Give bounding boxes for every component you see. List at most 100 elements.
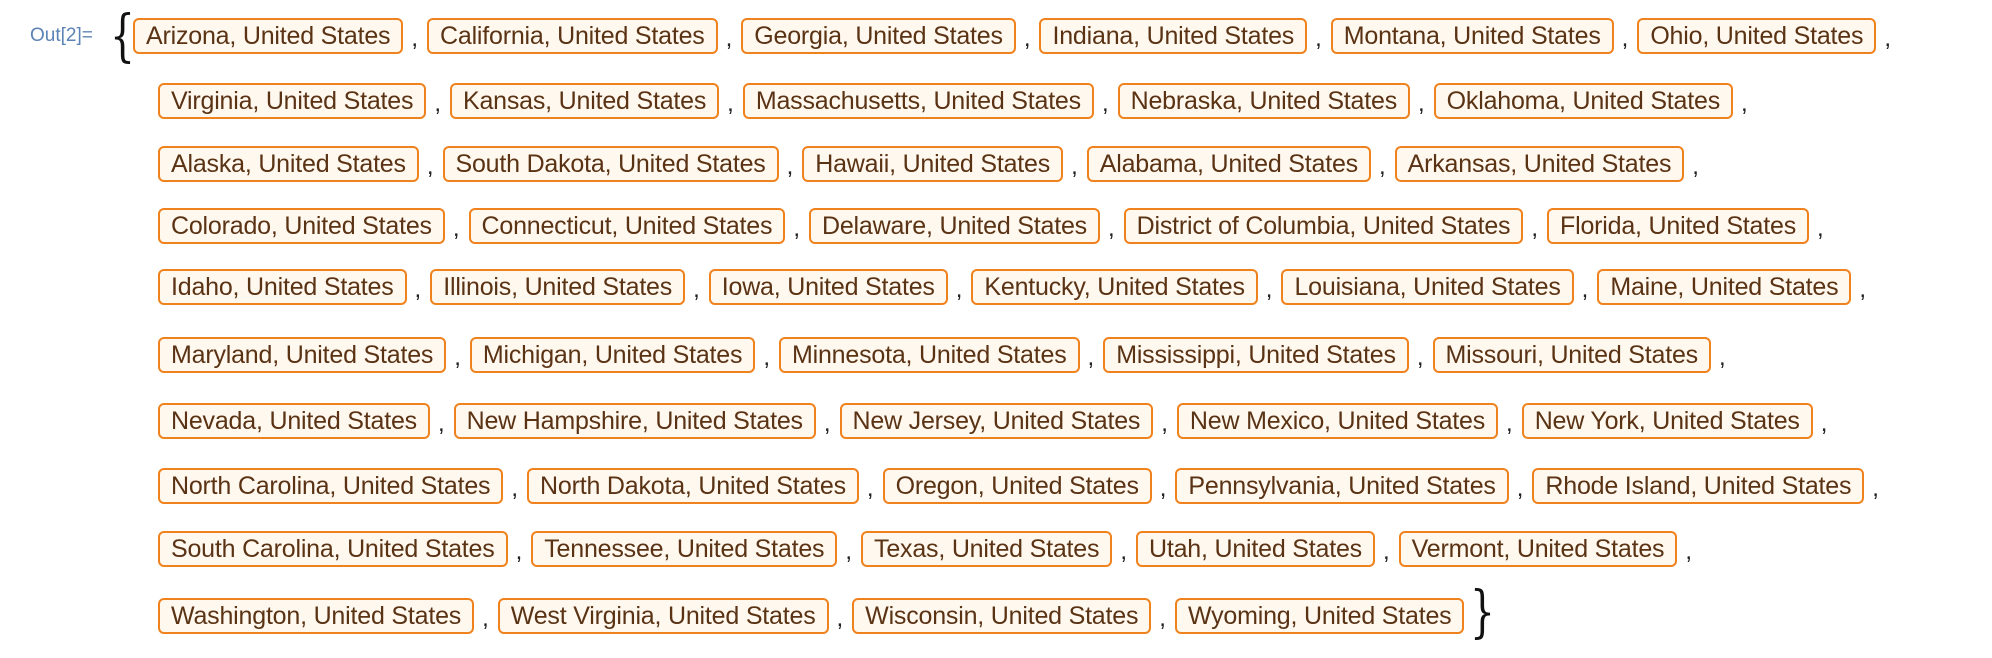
list-separator: ,: [434, 90, 441, 117]
list-separator: ,: [866, 475, 874, 502]
list-open-brace: {: [110, 4, 135, 69]
entity-frame[interactable]: Colorado, United States: [158, 208, 445, 244]
list-separator: ,: [511, 475, 519, 502]
entity-frame[interactable]: New York, United States: [1521, 403, 1813, 439]
list-separator: ,: [793, 215, 800, 242]
entity-frame[interactable]: Mississippi, United States: [1103, 337, 1409, 373]
list-separator: ,: [845, 538, 853, 565]
entity-frame[interactable]: West Virginia, United States: [497, 598, 829, 634]
list-separator: ,: [1859, 276, 1867, 303]
entity-frame[interactable]: New Jersey, United States: [839, 403, 1154, 439]
list-separator: ,: [1159, 475, 1167, 502]
entity-frame[interactable]: Idaho, United States: [158, 269, 407, 305]
entity-frame[interactable]: Louisiana, United States: [1281, 269, 1574, 305]
entity-frame[interactable]: Alaska, United States: [158, 146, 419, 182]
list-separator: ,: [786, 153, 794, 180]
entity-frame[interactable]: Wisconsin, United States: [852, 598, 1152, 634]
list-separator: ,: [1884, 25, 1891, 52]
entity-frame[interactable]: Oregon, United States: [882, 468, 1152, 504]
entity-frame[interactable]: Florida, United States: [1547, 208, 1810, 244]
entity-frame[interactable]: Kentucky, United States: [971, 269, 1258, 305]
entity-frame[interactable]: Connecticut, United States: [468, 208, 786, 244]
list-separator: ,: [411, 25, 419, 52]
entity-frame[interactable]: Delaware, United States: [808, 208, 1100, 244]
list-row: North Carolina, United States, North Dako…: [158, 466, 1888, 506]
entity-frame[interactable]: Montana, United States: [1330, 18, 1614, 54]
entity-frame[interactable]: Indiana, United States: [1039, 18, 1308, 54]
entity-frame[interactable]: Kansas, United States: [449, 83, 720, 119]
list-row: South Carolina, United States, Tennessee,…: [158, 529, 1701, 569]
entity-frame[interactable]: Texas, United States: [861, 531, 1113, 567]
list-separator: ,: [955, 276, 963, 303]
entity-frame[interactable]: Georgia, United States: [741, 18, 1016, 54]
entity-frame[interactable]: Maryland, United States: [158, 337, 447, 373]
output-label: Out[2]=: [30, 25, 93, 46]
entity-frame[interactable]: California, United States: [427, 18, 718, 54]
list-separator: ,: [727, 90, 734, 117]
entity-frame[interactable]: New Hampshire, United States: [453, 403, 816, 439]
entity-frame[interactable]: North Dakota, United States: [527, 468, 859, 504]
entity-frame[interactable]: Vermont, United States: [1398, 531, 1678, 567]
entity-frame[interactable]: Hawaii, United States: [802, 146, 1064, 182]
list-separator: ,: [515, 538, 523, 565]
list-row: Virginia, United States, Kansas, United S…: [158, 81, 1757, 121]
entity-frame[interactable]: Alabama, United States: [1086, 146, 1371, 182]
list-separator: ,: [1315, 25, 1322, 52]
list-row: Alaska, United States, South Dakota, Unit…: [158, 144, 1708, 184]
list-separator: ,: [823, 410, 831, 437]
list-separator: ,: [725, 25, 733, 52]
list-separator: ,: [452, 215, 460, 242]
list-separator: ,: [1516, 475, 1524, 502]
entity-frame[interactable]: Minnesota, United States: [778, 337, 1080, 373]
entity-frame[interactable]: North Carolina, United States: [158, 468, 504, 504]
list-separator: ,: [1621, 25, 1629, 52]
list-row: Maryland, United States, Michigan, United…: [158, 335, 1735, 375]
entity-frame[interactable]: Nebraska, United States: [1117, 83, 1410, 119]
entity-frame[interactable]: Tennessee, United States: [531, 531, 838, 567]
list-separator: ,: [1087, 344, 1095, 371]
list-separator: ,: [426, 153, 434, 180]
list-separator: ,: [1101, 90, 1109, 117]
entity-frame[interactable]: Iowa, United States: [708, 269, 948, 305]
entity-frame[interactable]: Missouri, United States: [1432, 337, 1711, 373]
list-separator: ,: [1378, 153, 1386, 180]
list-row: Nevada, United States, New Hampshire, Uni…: [158, 401, 1836, 441]
list-separator: ,: [1023, 25, 1031, 52]
list-row: Idaho, United States, Illinois, United St…: [158, 267, 1875, 307]
entity-frame[interactable]: New Mexico, United States: [1176, 403, 1499, 439]
list-separator: ,: [437, 410, 445, 437]
entity-frame[interactable]: South Dakota, United States: [442, 146, 779, 182]
list-separator: ,: [1820, 410, 1828, 437]
list-separator: ,: [1581, 276, 1589, 303]
entity-frame[interactable]: Oklahoma, United States: [1433, 83, 1733, 119]
entity-frame[interactable]: Utah, United States: [1135, 531, 1375, 567]
list-close-brace: }: [1470, 579, 1496, 645]
list-separator: ,: [1120, 538, 1127, 565]
list-separator: ,: [454, 344, 461, 371]
entity-frame[interactable]: Ohio, United States: [1637, 18, 1877, 54]
entity-frame[interactable]: Michigan, United States: [469, 337, 756, 373]
list-separator: ,: [482, 605, 489, 632]
entity-frame[interactable]: Rhode Island, United States: [1532, 468, 1865, 504]
entity-frame[interactable]: Maine, United States: [1597, 269, 1852, 305]
entity-frame[interactable]: Illinois, United States: [430, 269, 686, 305]
entity-frame[interactable]: Arizona, United States: [133, 18, 404, 54]
list-separator: ,: [1416, 344, 1424, 371]
list-separator: ,: [1718, 344, 1726, 371]
entity-frame[interactable]: Nevada, United States: [158, 403, 430, 439]
list-separator: ,: [1265, 276, 1273, 303]
entity-frame[interactable]: Washington, United States: [158, 598, 475, 634]
entity-frame[interactable]: Wyoming, United States: [1174, 598, 1465, 634]
entity-frame[interactable]: Virginia, United States: [158, 83, 427, 119]
entity-frame[interactable]: Arkansas, United States: [1394, 146, 1685, 182]
list-separator: ,: [1161, 410, 1168, 437]
list-row: Washington, United States, West Virginia,…: [158, 580, 1506, 645]
list-separator: ,: [1382, 538, 1390, 565]
list-separator: ,: [763, 344, 770, 371]
entity-frame[interactable]: District of Columbia, United States: [1123, 208, 1524, 244]
entity-frame[interactable]: Pennsylvania, United States: [1175, 468, 1509, 504]
list-row: Arizona, United States, California, Unite…: [133, 16, 1900, 56]
entity-frame[interactable]: Massachusetts, United States: [742, 83, 1094, 119]
list-separator: ,: [1107, 215, 1115, 242]
entity-frame[interactable]: South Carolina, United States: [158, 531, 508, 567]
